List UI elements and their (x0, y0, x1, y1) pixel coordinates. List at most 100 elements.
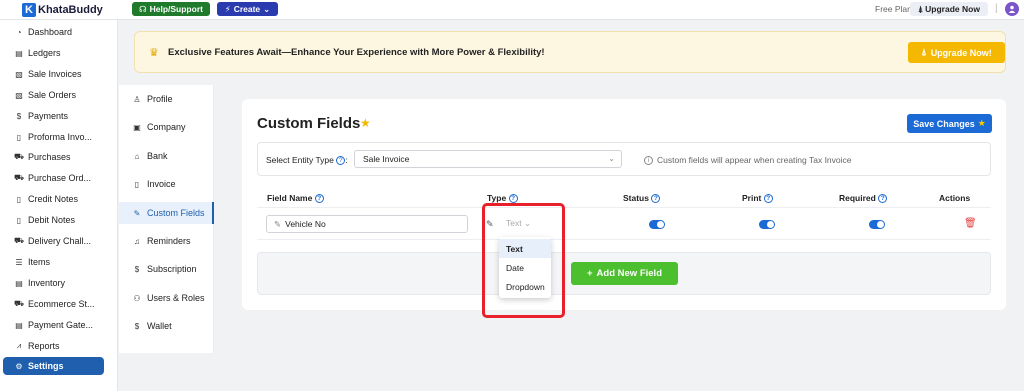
field-name-input[interactable]: ✎ Vehicle No (266, 215, 468, 233)
sidebar-item-ecommerce-st[interactable]: ⛟ Ecommerce St... (0, 295, 110, 313)
required-toggle[interactable] (869, 220, 885, 229)
entity-type-label-text: Select Entity Type (266, 155, 334, 165)
submenu-item-wallet[interactable]: $ Wallet (119, 315, 214, 337)
sidebar-item-dashboard[interactable]: ◔ Dashboard (0, 23, 110, 41)
subscription-icon: $ (134, 264, 140, 274)
help-icon[interactable]: ? (336, 156, 346, 166)
status-toggle[interactable] (649, 220, 665, 229)
sidebar-item-ledgers[interactable]: ▤ Ledgers (0, 44, 110, 62)
banner-text: Exclusive Features Await—Enhance Your Ex… (168, 47, 545, 58)
submenu-item-label: Bank (147, 151, 168, 161)
help-support-label: Help/Support (149, 4, 203, 14)
chevron-down-icon: ⌄ (263, 3, 271, 14)
gateway-icon: ▤ (15, 320, 23, 330)
submenu-item-company[interactable]: ▣ Company (119, 116, 214, 138)
help-icon[interactable]: ? (878, 194, 888, 204)
column-print: Print ? (742, 193, 773, 204)
sidebar-item-purchases[interactable]: ⛟ Purchases (0, 148, 110, 166)
rocket-icon: ⍋ (918, 3, 924, 14)
sidebar-item-sale-invoices[interactable]: ▧ Sale Invoices (0, 65, 110, 83)
column-actions: Actions (939, 193, 970, 203)
sidebar-item-label: Ledgers (28, 48, 61, 58)
sidebar-item-items[interactable]: ☰ Items (0, 253, 110, 271)
sidebar-item-label: Sale Orders (28, 90, 77, 100)
submenu-item-label: Subscription (147, 264, 197, 274)
invoice-icon: ▧ (15, 69, 23, 79)
crown-icon: ♛ (149, 47, 159, 59)
print-toggle[interactable] (759, 220, 775, 229)
submenu-item-custom-fields[interactable]: ✎ Custom Fields (119, 202, 214, 224)
sidebar-item-payment-gate[interactable]: ▤ Payment Gate... (0, 316, 110, 334)
field-name-value: Vehicle No (285, 219, 326, 229)
store-icon: ⛟ (13, 299, 25, 308)
add-new-field-button[interactable]: + Add New Field (571, 262, 678, 285)
sidebar-item-purchase-ord[interactable]: ⛟ Purchase Ord... (0, 169, 110, 187)
trash-icon[interactable]: 🗑 (964, 218, 977, 229)
sidebar-item-debit-notes[interactable]: ▯ Debit Notes (0, 211, 110, 229)
payments-icon: $ (16, 111, 22, 121)
add-field-area: + Add New Field (257, 252, 991, 295)
column-required-label: Required (839, 193, 876, 203)
create-button[interactable]: ⚡ Create ⌄ (217, 2, 278, 16)
entity-note: i Custom fields will appear when creating… (644, 155, 852, 166)
entity-type-value: Sale Invoice (363, 154, 410, 164)
ledger-icon: ▤ (15, 48, 23, 58)
upgrade-banner: ♛ Exclusive Features Await—Enhance Your … (134, 31, 1006, 73)
sidebar-item-delivery-chall[interactable]: ⛟ Delivery Chall... (0, 232, 110, 250)
user-icon (1008, 5, 1016, 13)
page-title: Custom Fields (257, 115, 361, 132)
submenu-item-profile[interactable]: ♙ Profile (119, 88, 214, 110)
submenu-item-invoice[interactable]: ▯ Invoice (119, 173, 214, 195)
submenu-item-label: Reminders (147, 236, 191, 246)
help-icon[interactable]: ? (763, 194, 773, 204)
banner-upgrade-label: Upgrade Now! (930, 47, 992, 58)
avatar[interactable] (1005, 2, 1019, 16)
submenu-item-reminders[interactable]: ♫ Reminders (119, 230, 214, 252)
help-support-button[interactable]: ☊ Help/Support (132, 2, 210, 16)
sidebar-item-reports[interactable]: ⩘ Reports (0, 337, 110, 355)
entity-type-row: Select Entity Type ?: Sale Invoice ⌄ i Cu… (257, 142, 991, 176)
column-status-label: Status (623, 193, 649, 203)
entity-note-text: Custom fields will appear when creating … (657, 155, 852, 165)
sidebar-item-label: Ecommerce St... (28, 299, 95, 309)
cart-icon: ⛟ (13, 173, 25, 182)
sidebar-item-inventory[interactable]: ▤ Inventory (0, 274, 110, 292)
sidebar-item-settings[interactable]: ⚙ Settings (3, 357, 104, 375)
logo-text: KhataBuddy (38, 4, 103, 16)
settings-submenu: ♙ Profile ▣ Company ⌂ Bank ▯ Invoice ✎ Custom Fie… (119, 85, 214, 353)
sidebar-item-proforma-invo[interactable]: ▯ Proforma Invo... (0, 128, 110, 146)
help-icon[interactable]: ? (508, 194, 518, 204)
items-icon: ☰ (15, 257, 23, 267)
banner-upgrade-button[interactable]: ⍋ Upgrade Now! (908, 42, 1005, 63)
upgrade-now-label: Upgrade Now (925, 4, 980, 14)
column-type: Type ? (487, 193, 518, 204)
submenu-item-bank[interactable]: ⌂ Bank (119, 145, 214, 167)
help-icon[interactable]: ? (651, 194, 661, 204)
star-icon: ★ (977, 118, 986, 128)
bell-icon: ♫ (134, 236, 140, 246)
save-changes-button[interactable]: Save Changes ★ (907, 114, 992, 133)
app-logo[interactable]: K KhataBuddy (22, 2, 103, 18)
submenu-item-label: Profile (147, 94, 173, 104)
sidebar-item-label: Proforma Invo... (28, 132, 93, 142)
custom-fields-icon: ✎ (133, 208, 141, 218)
rocket-icon: ⍋ (921, 47, 927, 57)
submenu-item-users-roles[interactable]: ⚇ Users & Roles (119, 287, 214, 309)
document-icon: ▯ (16, 132, 22, 142)
sidebar-item-payments[interactable]: $ Payments (0, 107, 110, 125)
custom-fields-card: Custom Fields ★ Save Changes ★ Select En… (242, 99, 1006, 310)
submenu-item-subscription[interactable]: $ Subscription (119, 258, 214, 280)
pencil-icon: ✎ (274, 218, 282, 229)
entity-type-select[interactable]: Sale Invoice ⌄ (354, 150, 622, 168)
submenu-item-label: Users & Roles (147, 293, 205, 303)
help-icon[interactable]: ? (314, 194, 324, 204)
sidebar-item-label: Credit Notes (28, 194, 79, 204)
upgrade-now-button[interactable]: ⍋ Upgrade Now (910, 2, 988, 16)
column-print-label: Print (742, 193, 762, 203)
entity-type-label: Select Entity Type ?: (266, 155, 348, 166)
sidebar-item-credit-notes[interactable]: ▯ Credit Notes (0, 190, 110, 208)
sidebar-item-label: Reports (28, 341, 60, 351)
invoice-icon: ▯ (134, 179, 140, 189)
plus-icon: + (586, 268, 593, 279)
sidebar-item-sale-orders[interactable]: ▧ Sale Orders (0, 86, 110, 104)
